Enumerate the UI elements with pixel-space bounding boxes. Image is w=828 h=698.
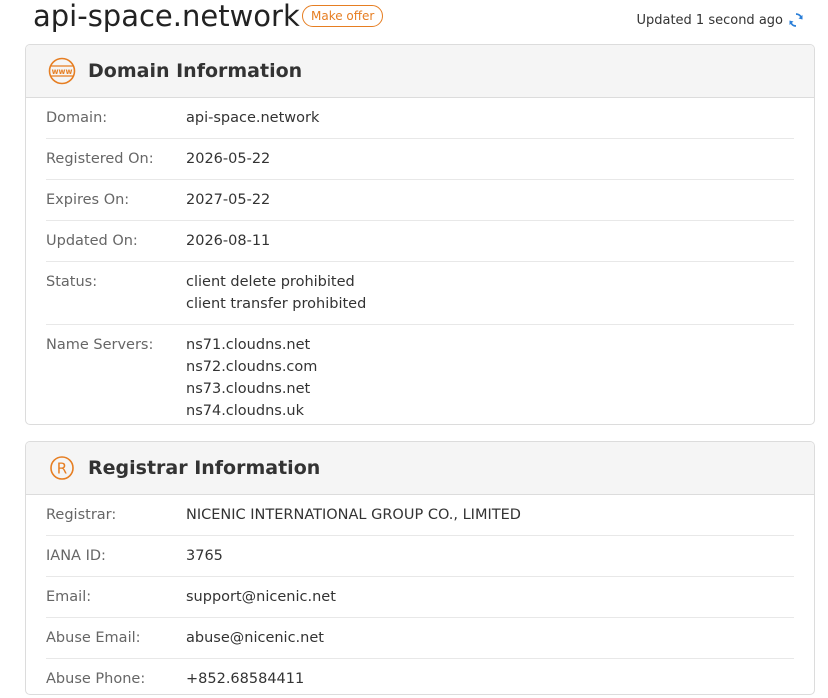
- expires-on-row: Expires On: 2027-05-22: [46, 180, 794, 221]
- abuse-email-row: Abuse Email: abuse@nicenic.net: [46, 618, 794, 659]
- registered-on-value: 2026-05-22: [186, 151, 271, 167]
- updated-status: Updated 1 second ago: [636, 12, 803, 28]
- registered-on-row: Registered On: 2026-05-22: [46, 139, 794, 180]
- abuse-phone-label: Abuse Phone:: [46, 671, 146, 687]
- name-servers-values: ns71.cloudns.net ns72.cloudns.com ns73.c…: [186, 334, 317, 422]
- status-label: Status:: [46, 274, 98, 290]
- iana-id-value: 3765: [186, 548, 223, 564]
- email-value: support@nicenic.net: [186, 589, 336, 605]
- status-row: Status: client delete prohibited client …: [46, 262, 794, 325]
- svg-text:www: www: [52, 67, 73, 76]
- refresh-icon[interactable]: [789, 12, 803, 28]
- www-icon: www: [48, 57, 76, 85]
- abuse-phone-value: +852.68584411: [186, 671, 305, 687]
- updated-on-value: 2026-08-11: [186, 233, 271, 249]
- registrar-label: Registrar:: [46, 507, 117, 523]
- page-title: api-space.network: [33, 0, 300, 33]
- registered-icon: R: [48, 454, 76, 482]
- domain-information-header: www Domain Information: [26, 45, 814, 98]
- domain-value: api-space.network: [186, 110, 320, 126]
- abuse-email-label: Abuse Email:: [46, 630, 141, 646]
- registrar-value: NICENIC INTERNATIONAL GROUP CO., LIMITED: [186, 507, 521, 523]
- iana-id-row: IANA ID: 3765: [46, 536, 794, 577]
- registrar-information-card: R Registrar Information Registrar: NICEN…: [25, 441, 815, 695]
- email-row: Email: support@nicenic.net: [46, 577, 794, 618]
- name-server-value: ns74.cloudns.uk: [186, 403, 305, 419]
- domain-row: Domain: api-space.network: [46, 98, 794, 139]
- expires-on-value: 2027-05-22: [186, 192, 271, 208]
- updated-on-label: Updated On:: [46, 233, 138, 249]
- domain-label: Domain:: [46, 110, 108, 126]
- status-values: client delete prohibited client transfer…: [186, 271, 366, 315]
- name-server-value: ns71.cloudns.net: [186, 337, 311, 353]
- name-servers-row: Name Servers: ns71.cloudns.net ns72.clou…: [46, 325, 794, 424]
- header: api-space.network Make offer Updated 1 s…: [33, 0, 813, 40]
- updated-text: Updated 1 second ago: [636, 12, 783, 28]
- page: api-space.network Make offer Updated 1 s…: [0, 0, 828, 698]
- domain-information-card: www Domain Information Domain: api-space…: [25, 44, 815, 425]
- email-label: Email:: [46, 589, 92, 605]
- name-servers-label: Name Servers:: [46, 337, 154, 353]
- updated-on-row: Updated On: 2026-08-11: [46, 221, 794, 262]
- name-server-value: ns72.cloudns.com: [186, 359, 318, 375]
- name-server-value: ns73.cloudns.net: [186, 381, 311, 397]
- registrar-row: Registrar: NICENIC INTERNATIONAL GROUP C…: [46, 495, 794, 536]
- abuse-email-value: abuse@nicenic.net: [186, 630, 324, 646]
- registrar-information-header: R Registrar Information: [26, 442, 814, 495]
- registrar-information-title: Registrar Information: [88, 457, 321, 479]
- iana-id-label: IANA ID:: [46, 548, 106, 564]
- make-offer-button[interactable]: Make offer: [302, 5, 384, 27]
- registered-on-label: Registered On:: [46, 151, 154, 167]
- svg-text:R: R: [57, 460, 67, 478]
- expires-on-label: Expires On:: [46, 192, 130, 208]
- abuse-phone-row: Abuse Phone: +852.68584411: [46, 659, 794, 694]
- status-value: client delete prohibited: [186, 274, 355, 290]
- status-value: client transfer prohibited: [186, 296, 367, 312]
- domain-information-title: Domain Information: [88, 60, 303, 82]
